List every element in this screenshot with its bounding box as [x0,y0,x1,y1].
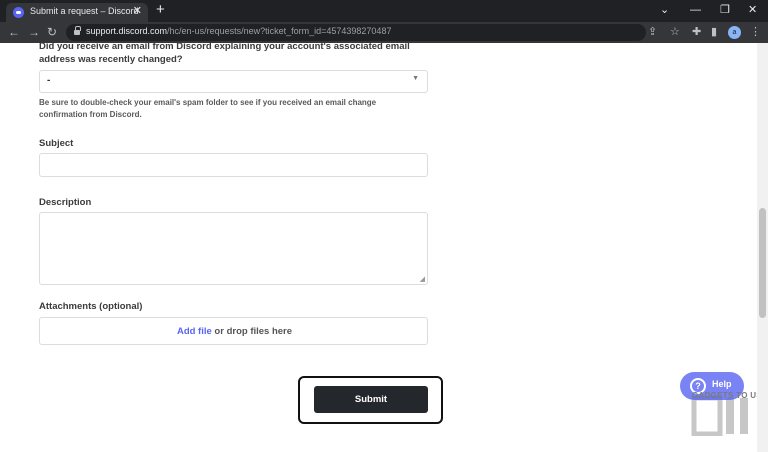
submit-button[interactable]: Submit [314,386,428,413]
lock-icon [74,26,81,36]
gadgets-to-use-logo [690,395,756,437]
browser-tab[interactable]: Submit a request – Discord ✕ [6,3,148,22]
browser-toolbar: ← → ↻ support.discord.com/hc/en-us/reque… [0,22,768,43]
email-question-line-2: address was recently changed? [39,54,183,65]
discord-favicon-icon [13,7,24,18]
profile-avatar[interactable]: a [728,26,741,39]
add-file-link[interactable]: Add file [177,326,212,337]
share-icon[interactable]: ⇪ [648,24,657,40]
description-textarea[interactable]: ◢ [39,212,428,285]
attachments-label: Attachments (optional) [39,301,143,312]
resize-handle-icon[interactable]: ◢ [420,275,425,283]
restore-icon[interactable]: ❐ [720,2,730,18]
menu-dots-icon[interactable]: ⋮ [750,24,761,40]
new-tab-icon[interactable]: + [156,1,165,19]
tab-search-icon[interactable]: ⌄ [660,2,669,18]
reload-icon[interactable]: ↻ [47,24,57,40]
subject-input[interactable] [39,153,428,177]
select-value: - [47,75,51,86]
forward-icon[interactable]: → [28,24,40,40]
help-label: Help [712,379,732,389]
drop-files-text: or drop files here [211,326,293,337]
spam-help-text: Be sure to double-check your email's spa… [39,98,377,119]
email-change-select[interactable]: - ▼ [39,70,428,93]
scrollbar-thumb[interactable] [759,208,766,318]
address-bar[interactable]: support.discord.com/hc/en-us/requests/ne… [66,24,657,41]
close-window-icon[interactable]: ✕ [748,2,757,18]
side-panel-icon[interactable]: ▮ [711,24,717,40]
browser-tab-bar: Submit a request – Discord ✕ + ⌄ — ❐ ✕ [0,0,768,22]
back-icon[interactable]: ← [8,24,20,40]
tab-title: Submit a request – Discord [30,6,139,16]
description-label: Description [39,197,92,208]
bookmark-star-icon[interactable]: ☆ [670,24,680,40]
page-scrollbar[interactable] [757,43,768,452]
email-question-line-1: Did you receive an email from Discord ex… [39,41,410,52]
minimize-icon[interactable]: — [690,2,701,18]
chevron-down-icon: ▼ [412,75,419,82]
url-text: support.discord.com/hc/en-us/requests/ne… [86,26,392,36]
subject-label: Subject [39,138,74,149]
attachments-dropzone[interactable]: Add file or drop files here [39,317,428,345]
page-content: Did you receive an email from Discord ex… [0,41,768,452]
extensions-icon[interactable]: ✚ [692,24,701,40]
close-tab-icon[interactable]: ✕ [133,4,142,17]
